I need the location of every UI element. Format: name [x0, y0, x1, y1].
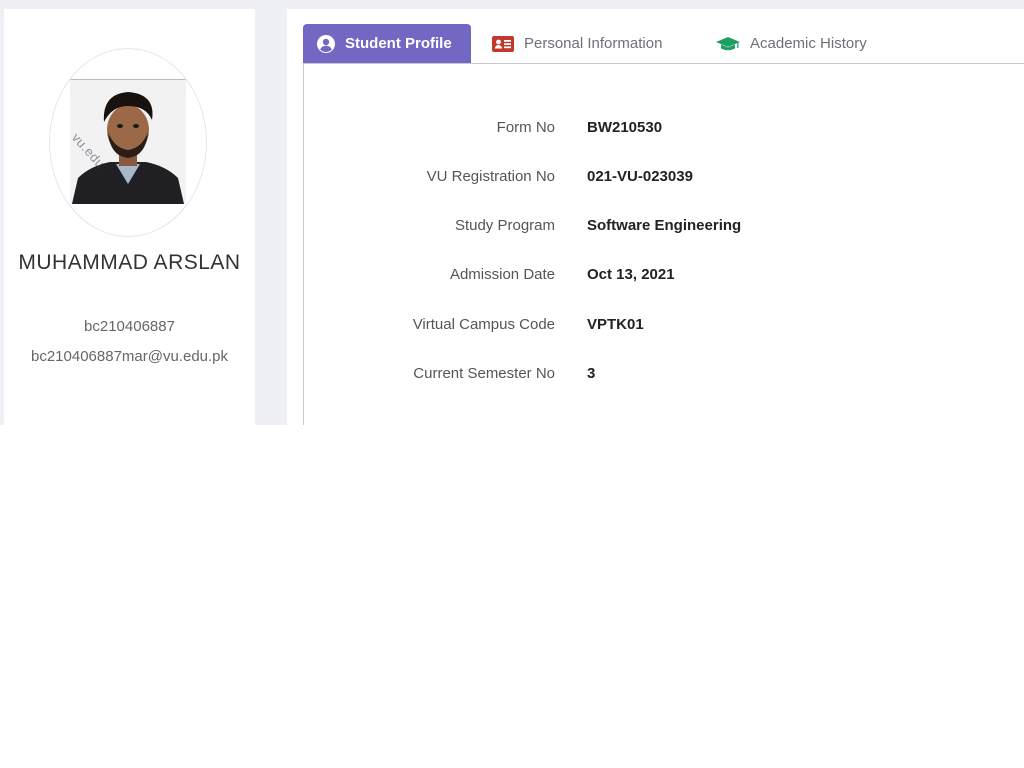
avatar: vu.edu.	[49, 48, 207, 237]
student-photo: vu.edu.	[70, 79, 186, 204]
id-card-icon	[492, 35, 514, 52]
tab-personal-information[interactable]: Personal Information	[492, 24, 662, 63]
detail-label: Study Program	[454, 217, 555, 234]
graduation-cap-icon	[716, 36, 740, 52]
tab-academic-history[interactable]: Academic History	[716, 24, 867, 63]
detail-label: Current Semester No	[413, 365, 555, 382]
detail-label: Virtual Campus Code	[412, 316, 555, 333]
tab-label: Student Profile	[345, 35, 452, 52]
student-profile-details: Form No BW210530 VU Registration No 021-…	[303, 64, 1024, 425]
detail-row-campus-code: Virtual Campus Code VPTK01	[304, 316, 1024, 340]
detail-value: BW210530	[587, 119, 663, 136]
detail-row-study-program: Study Program Software Engineering	[304, 217, 1024, 241]
page-background: vu.edu. MUHAMMAD ARSLAN bc210406887 bc21…	[0, 0, 1024, 425]
detail-row-registration-no: VU Registration No 021-VU-023039	[304, 168, 1024, 192]
detail-row-current-semester: Current Semester No 3	[304, 365, 1024, 389]
detail-value: 3	[587, 365, 596, 382]
student-name: MUHAMMAD ARSLAN	[18, 251, 241, 274]
detail-label: Admission Date	[449, 266, 555, 283]
blank-area	[0, 425, 1024, 768]
detail-value: VPTK01	[587, 316, 644, 333]
tab-student-profile[interactable]: Student Profile	[303, 24, 471, 63]
detail-label: Form No	[496, 119, 555, 136]
student-id: bc210406887	[84, 318, 175, 335]
detail-row-form-no: Form No BW210530	[304, 119, 1024, 143]
detail-row-admission-date: Admission Date Oct 13, 2021	[304, 266, 1024, 290]
tab-label: Academic History	[750, 35, 867, 52]
main-panel: Student Profile Personal Information Aca…	[287, 9, 1024, 425]
detail-value: Oct 13, 2021	[587, 266, 675, 283]
profile-card: vu.edu. MUHAMMAD ARSLAN bc210406887 bc21…	[4, 9, 255, 425]
tab-label: Personal Information	[524, 35, 663, 52]
tab-bar: Student Profile Personal Information Aca…	[303, 24, 1024, 64]
detail-value: Software Engineering	[587, 217, 742, 234]
detail-label: VU Registration No	[426, 168, 555, 185]
detail-value: 021-VU-023039	[587, 168, 693, 185]
student-email: bc210406887mar@vu.edu.pk	[30, 348, 229, 365]
user-circle-icon	[317, 34, 335, 53]
